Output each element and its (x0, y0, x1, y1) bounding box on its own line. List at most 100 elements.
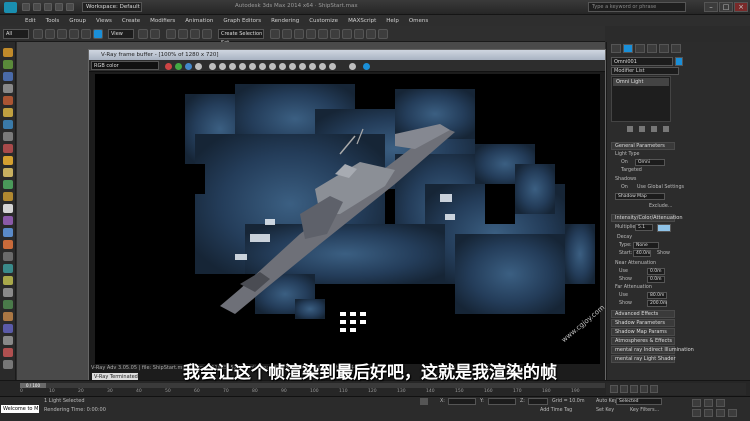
object-name-field[interactable]: Omni001 (611, 57, 673, 66)
menu-edit[interactable]: Edit (20, 18, 41, 24)
time-slider-handle[interactable]: 0 / 100 (20, 383, 46, 388)
tool-icon[interactable] (3, 360, 13, 369)
tool-icon[interactable] (3, 132, 13, 141)
render-setup-icon[interactable] (354, 29, 364, 39)
pivot-icon[interactable] (138, 29, 148, 39)
tool-icon[interactable] (3, 264, 13, 273)
tool-icon[interactable] (3, 252, 13, 261)
advanced-effects-rollout[interactable]: Advanced Effects (611, 310, 675, 318)
utilities-tab-icon[interactable] (671, 44, 681, 53)
lock-icon[interactable] (420, 398, 428, 405)
auto-key-button[interactable]: Auto Key (596, 399, 617, 404)
tool-icon[interactable] (3, 156, 13, 165)
remove-modifier-icon[interactable] (663, 126, 669, 132)
tool-icon[interactable] (3, 96, 13, 105)
time-slider[interactable]: 0 / 100 (20, 383, 605, 388)
tool-icon[interactable] (3, 288, 13, 297)
decay-show-label[interactable]: Show (657, 251, 670, 256)
open-file-icon[interactable] (33, 3, 41, 11)
pin-stack-icon[interactable] (627, 126, 633, 132)
stack-item[interactable]: Omni Light (613, 78, 669, 86)
menu-customize[interactable]: Customize (304, 18, 343, 24)
far-use-label[interactable]: Use (619, 293, 628, 298)
mr-indirect-rollout[interactable]: mental ray Indirect Illumination (611, 346, 694, 354)
key-filters-button[interactable]: Key Filters... (630, 408, 659, 413)
play-icon[interactable] (630, 385, 638, 393)
select-by-name-icon[interactable] (45, 29, 55, 39)
tool-icon[interactable] (3, 216, 13, 225)
move-icon[interactable] (81, 29, 91, 39)
maxscript-listener[interactable]: Welcome to M (1, 405, 39, 413)
orbit-icon[interactable] (716, 409, 725, 417)
pan-icon[interactable] (704, 409, 713, 417)
tool-icon[interactable] (3, 180, 13, 189)
make-unique-icon[interactable] (651, 126, 657, 132)
save-image-icon[interactable] (209, 63, 216, 70)
copy-icon[interactable] (229, 63, 236, 70)
blue-channel-icon[interactable] (185, 63, 192, 70)
near-show-label[interactable]: Show (619, 277, 632, 282)
zoom-icon[interactable] (692, 399, 701, 407)
menu-animation[interactable]: Animation (180, 18, 218, 24)
zoom-all-icon[interactable] (704, 399, 713, 407)
tool-icon[interactable] (3, 204, 13, 213)
exclude-button[interactable]: Exclude... (649, 204, 672, 209)
tool-icon[interactable] (3, 192, 13, 201)
menu-omens[interactable]: Omens (404, 18, 433, 24)
shadow-map-params-rollout[interactable]: Shadow Map Params (611, 328, 675, 336)
object-color-swatch[interactable] (675, 57, 683, 66)
create-tab-icon[interactable] (611, 44, 621, 53)
use-global-settings-label[interactable]: Use Global Settings (637, 185, 684, 190)
motion-tab-icon[interactable] (647, 44, 657, 53)
modifier-stack[interactable]: Omni Light (611, 76, 671, 122)
link-icon[interactable] (269, 63, 276, 70)
red-channel-icon[interactable] (165, 63, 172, 70)
menu-tools[interactable]: Tools (41, 18, 65, 24)
light-color-swatch[interactable] (657, 224, 671, 232)
light-type-dropdown[interactable]: Omni (635, 159, 665, 166)
rotate-icon[interactable] (93, 29, 103, 39)
tool-icon[interactable] (3, 240, 13, 249)
app-menu-button[interactable] (4, 2, 17, 13)
show-end-result-icon[interactable] (639, 126, 645, 132)
go-start-icon[interactable] (610, 385, 618, 393)
shadows-on-label[interactable]: On (621, 185, 628, 190)
track-mouse-icon[interactable] (239, 63, 246, 70)
prev-frame-icon[interactable] (620, 385, 628, 393)
align-icon[interactable] (282, 29, 292, 39)
tool-icon[interactable] (3, 312, 13, 321)
add-time-tag-button[interactable]: Add Time Tag (540, 408, 572, 413)
set-key-button[interactable]: Set Key (596, 408, 614, 413)
srgb-icon[interactable] (319, 63, 326, 70)
targeted-checkbox-label[interactable]: Targeted (621, 168, 642, 173)
window-crossing-icon[interactable] (69, 29, 79, 39)
layer-icon[interactable] (294, 29, 304, 39)
general-parameters-rollout[interactable]: General Parameters (611, 142, 675, 150)
spinner-snap-icon[interactable] (202, 29, 212, 39)
menu-help[interactable]: Help (381, 18, 404, 24)
far-show-label[interactable]: Show (619, 301, 632, 306)
decay-type-dropdown[interactable]: None (633, 242, 659, 249)
modifier-list-dropdown[interactable]: Modifier List (611, 67, 679, 75)
menu-maxscript[interactable]: MAXScript (343, 18, 381, 24)
tool-icon[interactable] (3, 324, 13, 333)
field-of-view-icon[interactable] (692, 409, 701, 417)
selected-dropdown[interactable]: Selected (616, 398, 662, 405)
go-end-icon[interactable] (650, 385, 658, 393)
material-editor-icon[interactable] (342, 29, 352, 39)
render-icon[interactable] (363, 63, 370, 70)
zoom-extents-icon[interactable] (716, 399, 725, 407)
modify-tab-icon[interactable] (623, 44, 633, 53)
decay-start-field[interactable]: 40.0m (633, 250, 651, 257)
atmospheres-effects-rollout[interactable]: Atmospheres & Effects (611, 337, 675, 345)
display-tab-icon[interactable] (659, 44, 669, 53)
curve-editor-icon[interactable] (318, 29, 328, 39)
tool-icon[interactable] (3, 60, 13, 69)
undo-icon[interactable] (55, 3, 63, 11)
y-coord-field[interactable] (488, 398, 516, 405)
near-use-label[interactable]: Use (619, 269, 628, 274)
next-frame-icon[interactable] (640, 385, 648, 393)
render-icon[interactable] (378, 29, 388, 39)
tool-icon[interactable] (3, 108, 13, 117)
ref-coord-dropdown[interactable]: View (108, 29, 134, 39)
